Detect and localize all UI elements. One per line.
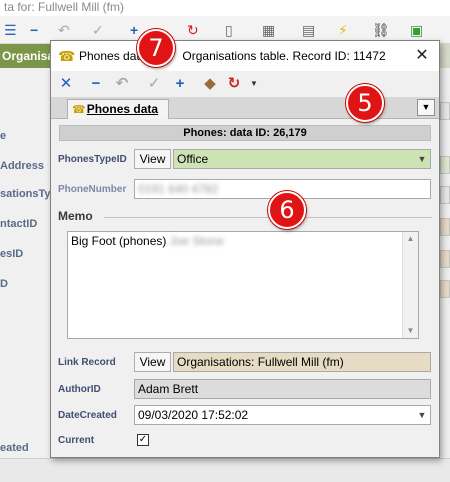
map-icon[interactable]: ▣ [410, 22, 423, 38]
phone-icon: ☎ [72, 104, 86, 116]
eraser-icon[interactable]: ◆ [201, 75, 219, 93]
link-record-field: Organisations: Fullwell Mill (fm) [173, 352, 431, 372]
bg-field-edge [440, 186, 450, 204]
table-icon[interactable]: ▦ [262, 22, 275, 38]
annotation-badge-6: 6 [268, 191, 306, 229]
memo-title: Memo [58, 209, 93, 223]
phones-type-label: PhonesTypeID [58, 154, 127, 165]
current-checkbox[interactable]: ✓ [137, 434, 149, 446]
plus-icon[interactable]: + [130, 22, 138, 38]
link-icon[interactable]: ⛓ [372, 22, 390, 38]
bg-label: esID [0, 248, 24, 260]
plus-icon[interactable]: + [171, 75, 189, 93]
memo-text: Big Foot (phones) [71, 234, 167, 248]
tab-phones-data[interactable]: ☎Phones data [67, 99, 169, 119]
chevron-down-icon: ▼ [421, 102, 431, 112]
bg-label: D [0, 278, 8, 290]
chevron-down-icon[interactable]: ▼ [414, 150, 430, 168]
author-label: AuthorID [58, 384, 101, 395]
tab-label: Phones data [86, 102, 159, 116]
memo-textarea[interactable]: Big Foot (phones) Joe Stone ▲ ▼ [67, 231, 419, 339]
bg-field-edge [440, 250, 450, 268]
phones-type-view-button[interactable]: View [134, 149, 171, 169]
chevron-down-icon[interactable]: ▼ [245, 75, 263, 93]
phones-type-combo[interactable]: Office ▼ [173, 149, 431, 169]
minus-icon[interactable]: − [87, 75, 105, 93]
chevron-down-icon[interactable]: ▼ [414, 406, 430, 424]
bg-field-edge [440, 156, 450, 174]
bg-field-edge [440, 102, 450, 120]
phone-icon: ☎ [58, 48, 76, 64]
bg-field-edge [440, 218, 450, 236]
date-created-label: DateCreated [58, 410, 117, 421]
phone-number-value: 0191 640 4782 [138, 182, 219, 196]
current-label: Current [58, 435, 95, 446]
link-record-view-button[interactable]: View [134, 352, 171, 372]
memo-redacted-text: Joe Stone [169, 234, 224, 248]
bg-label: e [0, 130, 7, 142]
background-field-labels: e Address sationsType ntactID esID D eat… [0, 68, 63, 458]
memo-scrollbar[interactable]: ▲ ▼ [402, 232, 418, 338]
memo-divider [104, 217, 432, 218]
check-icon[interactable]: ✓ [92, 22, 104, 38]
undo-icon[interactable]: ↶ [58, 22, 70, 38]
close-icon[interactable]: ✕ [57, 75, 75, 93]
refresh-icon[interactable]: ↻ [187, 22, 199, 38]
bg-field-edge [440, 280, 450, 298]
tab-dropdown-button[interactable]: ▼ [417, 99, 435, 116]
check-icon[interactable]: ✓ [145, 75, 163, 93]
dialog-title: Phones data Organisations table. Record I… [79, 49, 386, 63]
scroll-down-icon[interactable]: ▼ [403, 324, 418, 338]
annotation-badge-7: 7 [137, 29, 175, 67]
lightning-icon[interactable]: ⚡ [338, 22, 348, 38]
record-header: Phones: data ID: 26,179 [59, 125, 431, 141]
scroll-up-icon[interactable]: ▲ [403, 232, 418, 246]
dialog-title-right: Organisations table. Record ID: 11472 [182, 49, 386, 63]
author-field: Adam Brett [134, 379, 431, 399]
close-icon[interactable]: ✕ [411, 45, 433, 67]
bg-label: eated [0, 442, 29, 454]
phone-number-label: PhoneNumber [58, 184, 127, 195]
bg-label: Address [0, 160, 45, 172]
link-record-label: Link Record [58, 357, 116, 368]
phones-type-value: Office [177, 152, 209, 166]
background-status-bar [0, 458, 450, 482]
document-icon[interactable]: ▯ [225, 22, 233, 38]
annotation-badge-5: 5 [346, 84, 384, 122]
undo-icon[interactable]: ↶ [113, 75, 131, 93]
dialog-titlebar[interactable]: ☎ Phones data Organisations table. Record… [51, 41, 439, 71]
date-created-field[interactable]: 09/03/2020 17:52:02 ▼ [134, 405, 431, 425]
background-window-title: ta for: Fullwell Mill (fm) [0, 0, 450, 16]
bg-label: ntactID [0, 218, 38, 230]
minus-icon[interactable]: − [30, 22, 38, 38]
menu-icon[interactable]: ☰ [4, 22, 17, 38]
notes-icon[interactable]: ▤ [302, 22, 315, 38]
date-created-value: 09/03/2020 17:52:02 [138, 408, 249, 422]
refresh-icon[interactable]: ↻ [225, 75, 243, 93]
